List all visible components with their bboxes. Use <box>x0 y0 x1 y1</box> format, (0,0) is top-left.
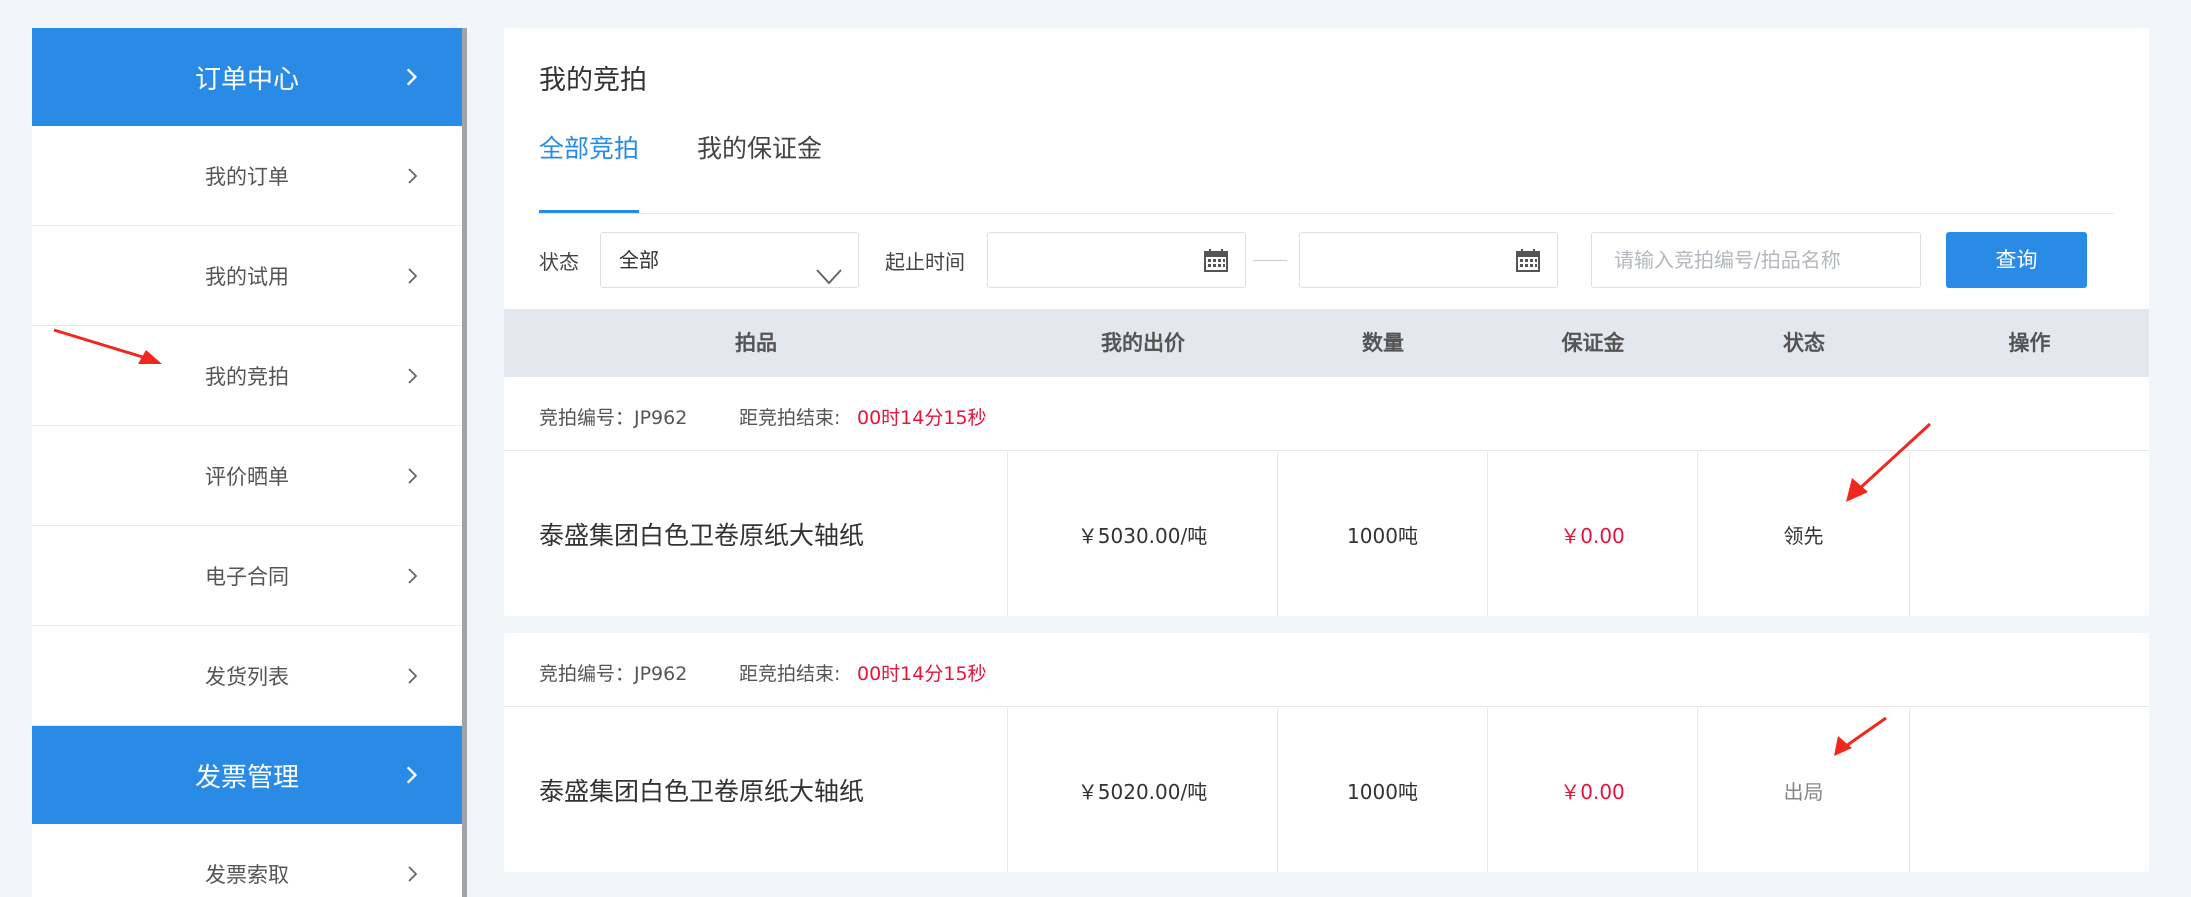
column-header-status: 状态 <box>1783 331 1825 355</box>
filter-bar: 状态 全部 起止时间 请输入竞拍编号/拍品名称 查询 <box>539 216 2114 302</box>
auction-meta: 竞拍编号：JP962 距竞拍结束: 00时14分15秒 <box>504 633 2149 707</box>
search-input[interactable]: 请输入竞拍编号/拍品名称 <box>1591 232 1921 288</box>
sidebar-item-label: 发货列表 <box>205 664 289 689</box>
chevron-right-icon <box>402 266 422 286</box>
sidebar-item-label: 我的竞拍 <box>205 364 289 389</box>
sidebar-item-my-trials[interactable]: 我的试用 <box>32 226 462 326</box>
sidebar-item-shipments[interactable]: 发货列表 <box>32 626 462 726</box>
sidebar-item-label: 电子合同 <box>205 564 289 589</box>
calendar-icon[interactable] <box>1516 248 1540 272</box>
tab-my-deposit[interactable]: 我的保证金 <box>697 124 822 213</box>
sidebar-item-request-invoice[interactable]: 发票索取 <box>32 824 462 897</box>
countdown-label: 距竞拍结束: <box>739 407 841 429</box>
bid-price: ￥5030.00/吨 <box>1008 452 1278 616</box>
sidebar-item-label: 我的试用 <box>205 264 289 289</box>
deposit-amount: ￥0.00 <box>1488 452 1698 616</box>
sidebar-section-invoice[interactable]: 发票管理 <box>32 726 462 824</box>
chevron-right-icon <box>402 366 422 386</box>
column-header-bid: 我的出价 <box>1101 331 1185 355</box>
end-date-input[interactable] <box>1299 232 1558 288</box>
chevron-right-icon <box>402 666 422 686</box>
chevron-right-icon <box>402 566 422 586</box>
chevron-right-icon <box>402 466 422 486</box>
chevron-right-icon <box>400 764 422 786</box>
annotation-arrow-icon <box>1834 716 1887 756</box>
column-header-quantity: 数量 <box>1362 331 1404 355</box>
annotation-arrow-icon <box>53 328 162 364</box>
sidebar-section-order-center[interactable]: 订单中心 <box>32 28 462 126</box>
sidebar-section-title: 订单中心 <box>194 64 299 95</box>
column-header-item: 拍品 <box>735 331 777 355</box>
status-select-value: 全部 <box>619 248 659 272</box>
annotation-arrow-icon <box>1846 422 1932 502</box>
table-header: 拍品 我的出价 数量 保证金 状态 操作 <box>504 309 2149 377</box>
sidebar-scrollbar[interactable] <box>462 28 467 897</box>
time-range-label: 起止时间 <box>885 250 965 274</box>
column-header-deposit: 保证金 <box>1561 331 1625 355</box>
action-cell <box>1910 708 2149 872</box>
table-row: 泰盛集团白色卫卷原纸大轴纸 ￥5020.00/吨 1000吨 ￥0.00 出局 <box>504 708 2149 872</box>
sidebar-section-title: 发票管理 <box>194 762 299 793</box>
sidebar-item-label: 发票索取 <box>205 862 289 887</box>
calendar-icon[interactable] <box>1204 248 1228 272</box>
auction-number: 竞拍编号：JP962 <box>539 407 688 429</box>
chevron-right-icon <box>402 166 422 186</box>
sidebar-item-my-orders[interactable]: 我的订单 <box>32 126 462 226</box>
auction-number: 竞拍编号：JP962 <box>539 663 688 685</box>
page-title: 我的竞拍 <box>539 65 647 96</box>
bid-price: ￥5020.00/吨 <box>1008 708 1278 872</box>
sidebar-item-reviews[interactable]: 评价晒单 <box>32 426 462 526</box>
countdown-value: 00时14分15秒 <box>857 663 987 685</box>
column-header-action: 操作 <box>2008 331 2051 355</box>
sidebar-item-label: 我的订单 <box>205 164 289 189</box>
status-select[interactable]: 全部 <box>600 232 859 288</box>
chevron-right-icon <box>402 864 422 884</box>
sidebar: 订单中心 我的订单 我的试用 我的竞拍 评价晒单 电子合同 发货列表 发票管理 … <box>32 28 462 897</box>
sidebar-item-e-contracts[interactable]: 电子合同 <box>32 526 462 626</box>
action-cell <box>1910 452 2149 616</box>
chevron-right-icon <box>400 66 422 88</box>
tab-all-auctions[interactable]: 全部竞拍 <box>539 124 640 213</box>
status-filter-label: 状态 <box>539 250 579 274</box>
countdown-value: 00时14分15秒 <box>857 407 987 429</box>
item-name[interactable]: 泰盛集团白色卫卷原纸大轴纸 <box>504 452 1008 616</box>
deposit-amount: ￥0.00 <box>1488 708 1698 872</box>
row-separator <box>504 872 2149 897</box>
query-button[interactable]: 查询 <box>1946 232 2087 288</box>
countdown-label: 距竞拍结束: <box>739 663 841 685</box>
quantity: 1000吨 <box>1278 708 1488 872</box>
start-date-input[interactable] <box>987 232 1246 288</box>
date-range-separator <box>1253 260 1287 261</box>
item-name[interactable]: 泰盛集团白色卫卷原纸大轴纸 <box>504 708 1008 872</box>
tab-bar: 全部竞拍 我的保证金 <box>539 124 2114 214</box>
sidebar-item-label: 评价晒单 <box>205 464 289 489</box>
row-separator <box>504 616 2149 633</box>
chevron-down-icon <box>816 251 842 285</box>
quantity: 1000吨 <box>1278 452 1488 616</box>
